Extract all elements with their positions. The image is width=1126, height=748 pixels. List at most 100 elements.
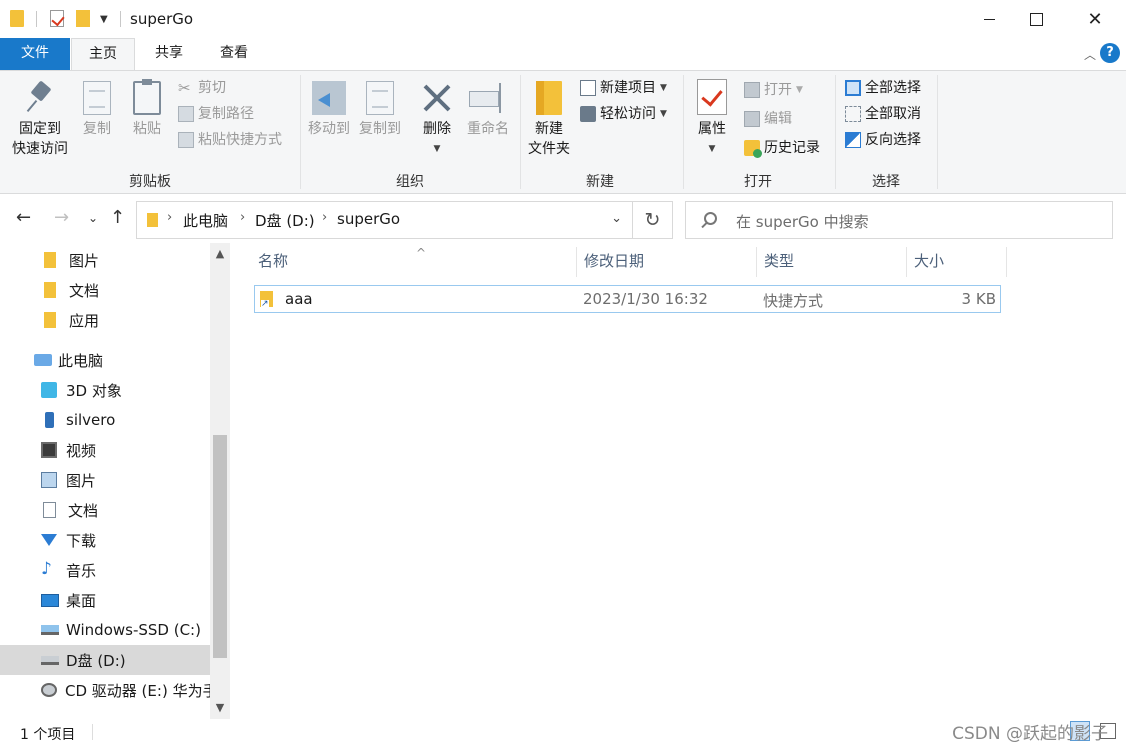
collapse-ribbon-icon[interactable]: ︿: [1084, 46, 1096, 63]
file-row[interactable]: aaa 2023/1/30 16:32 快捷方式 3 KB: [254, 285, 1001, 313]
sidebar-item-documents[interactable]: 文档: [0, 275, 210, 305]
copy-path-label: 复制路径: [198, 106, 254, 122]
minimize-button[interactable]: [966, 0, 1012, 38]
group-divider: [835, 75, 836, 189]
forward-arrow-icon[interactable]: →: [54, 207, 69, 228]
move-to-button[interactable]: 移动到: [305, 81, 353, 139]
copy-to-label: 复制到: [359, 121, 401, 137]
computer-icon: [34, 354, 52, 366]
open-button[interactable]: 打开 ▼: [744, 78, 803, 102]
chevron-down-icon[interactable]: ⌄: [611, 211, 622, 226]
address-bar[interactable]: › 此电脑 › D盘 (D:) › superGo ⌄: [136, 201, 633, 239]
cut-label: 剪切: [198, 80, 226, 96]
copy-to-button[interactable]: 复制到: [356, 81, 404, 139]
column-header-date[interactable]: 修改日期: [576, 243, 756, 279]
tab-home[interactable]: 主页: [71, 38, 135, 70]
recent-locations-icon[interactable]: ⌄: [88, 211, 98, 225]
new-folder-button[interactable]: 新建 文件夹: [526, 81, 572, 159]
paste-shortcut-icon: [178, 132, 194, 148]
column-header-name[interactable]: 名称 ^: [250, 243, 576, 279]
close-button[interactable]: ✕: [1072, 0, 1118, 38]
tab-view[interactable]: 查看: [204, 38, 264, 70]
breadcrumb-item[interactable]: D盘 (D:): [255, 210, 315, 231]
history-button[interactable]: 历史记录: [744, 136, 820, 160]
scrollbar-thumb[interactable]: [213, 435, 227, 658]
rename-button[interactable]: 重命名: [463, 81, 513, 139]
sidebar-item-documents-library[interactable]: 文档: [0, 495, 210, 525]
file-list: 名称 ^ 修改日期 类型 大小 aaa 2023/1/30 16:32 快捷方式…: [240, 243, 1126, 719]
sidebar-item-drive-d[interactable]: D盘 (D:): [0, 645, 210, 675]
pin-to-quick-access-button[interactable]: 固定到 快速访问: [10, 81, 70, 159]
sidebar-item-label: CD 驱动器 (E:) 华为手: [65, 681, 210, 700]
navigation-bar: ← → ⌄ ↑ › 此电脑 › D盘 (D:) › superGo ⌄ ↻ 在 …: [0, 195, 1126, 243]
sidebar-item-downloads[interactable]: 下载: [0, 525, 210, 555]
chevron-right-icon[interactable]: ›: [240, 210, 245, 225]
properties-button[interactable]: 属性 ▼: [690, 79, 734, 159]
easy-access-button[interactable]: 轻松访问 ▼: [580, 102, 667, 126]
sidebar-item-label: Windows-SSD (C:): [66, 621, 201, 639]
copy-path-icon: [178, 106, 194, 122]
edit-button[interactable]: 编辑: [744, 107, 792, 131]
sidebar-item-label: 桌面: [66, 591, 97, 610]
paste-shortcut-button[interactable]: 粘贴快捷方式: [178, 128, 282, 152]
paste-button[interactable]: 粘贴: [126, 79, 168, 139]
easy-access-icon: [580, 106, 596, 122]
edit-icon: [744, 111, 760, 127]
sidebar-item-silvero[interactable]: silvero: [0, 405, 210, 435]
back-arrow-icon[interactable]: ←: [16, 207, 31, 228]
scroll-down-icon[interactable]: ▼: [210, 697, 230, 719]
cut-button[interactable]: 剪切: [178, 76, 226, 100]
maximize-button[interactable]: [1013, 0, 1059, 38]
sidebar-item-pictures[interactable]: 图片: [0, 245, 210, 275]
column-header-type[interactable]: 类型: [756, 243, 906, 279]
new-item-button[interactable]: 新建项目 ▼: [580, 76, 667, 100]
search-input[interactable]: 在 superGo 中搜索: [685, 201, 1113, 239]
sidebar-item-drive-c[interactable]: Windows-SSD (C:): [0, 615, 210, 645]
tab-share[interactable]: 共享: [138, 38, 200, 70]
sidebar-item-this-pc[interactable]: 此电脑: [0, 345, 210, 375]
delete-button[interactable]: 删除 ▼: [416, 81, 458, 159]
copy-path-button[interactable]: 复制路径: [178, 102, 254, 126]
delete-icon: [420, 81, 454, 115]
sidebar-item-videos[interactable]: 视频: [0, 435, 210, 465]
move-to-icon: [312, 81, 346, 115]
sidebar-item-pictures-library[interactable]: 图片: [0, 465, 210, 495]
column-divider[interactable]: [1006, 247, 1007, 277]
chevron-right-icon[interactable]: ›: [167, 210, 172, 225]
sidebar-item-cd-drive[interactable]: CD 驱动器 (E:) 华为手: [0, 675, 210, 705]
sidebar-item-3d-objects[interactable]: 3D 对象: [0, 375, 210, 405]
select-all-button[interactable]: 全部选择: [845, 76, 921, 100]
scroll-up-icon[interactable]: ▲: [210, 243, 230, 265]
3d-objects-icon: [41, 382, 57, 398]
delete-label: 删除: [423, 121, 451, 137]
new-folder-quick-icon[interactable]: [76, 10, 90, 27]
select-none-label: 全部取消: [865, 106, 921, 122]
properties-quick-icon[interactable]: [50, 10, 64, 27]
up-arrow-icon[interactable]: ↑: [110, 207, 125, 228]
sidebar-item-apps[interactable]: 应用: [0, 305, 210, 335]
properties-dropdown-icon[interactable]: ▼: [690, 139, 734, 159]
tab-file[interactable]: 文件: [0, 38, 70, 70]
watermark: CSDN @跃起的影子: [952, 724, 1108, 744]
sidebar-item-desktop[interactable]: 桌面: [0, 585, 210, 615]
new-group-label: 新建: [586, 174, 614, 190]
cd-drive-icon: [41, 683, 57, 697]
select-none-button[interactable]: 全部取消: [845, 102, 921, 126]
rename-label: 重命名: [467, 121, 509, 137]
invert-selection-button[interactable]: 反向选择: [845, 128, 921, 152]
sidebar-item-label: 下载: [66, 531, 97, 550]
breadcrumb-item[interactable]: superGo: [337, 210, 400, 228]
copy-button[interactable]: 复制: [76, 81, 118, 139]
delete-dropdown-icon[interactable]: ▼: [416, 139, 458, 159]
ribbon: 固定到 快速访问 复制 粘贴 剪切 复制路径 粘贴快捷方式 剪贴板 移动到 复制…: [0, 70, 1126, 194]
breadcrumb-item[interactable]: 此电脑: [183, 210, 228, 231]
sidebar-scrollbar[interactable]: ▲ ▼: [210, 243, 230, 719]
sidebar-item-music[interactable]: ♪ 音乐: [0, 555, 210, 585]
folder-icon: [10, 10, 24, 27]
refresh-icon[interactable]: ↻: [633, 201, 673, 239]
customize-quick-access-icon[interactable]: ▼: [100, 14, 108, 25]
chevron-right-icon[interactable]: ›: [322, 210, 327, 225]
properties-icon: [697, 79, 727, 115]
column-header-size[interactable]: 大小: [906, 243, 1006, 279]
help-icon[interactable]: ?: [1100, 43, 1120, 63]
